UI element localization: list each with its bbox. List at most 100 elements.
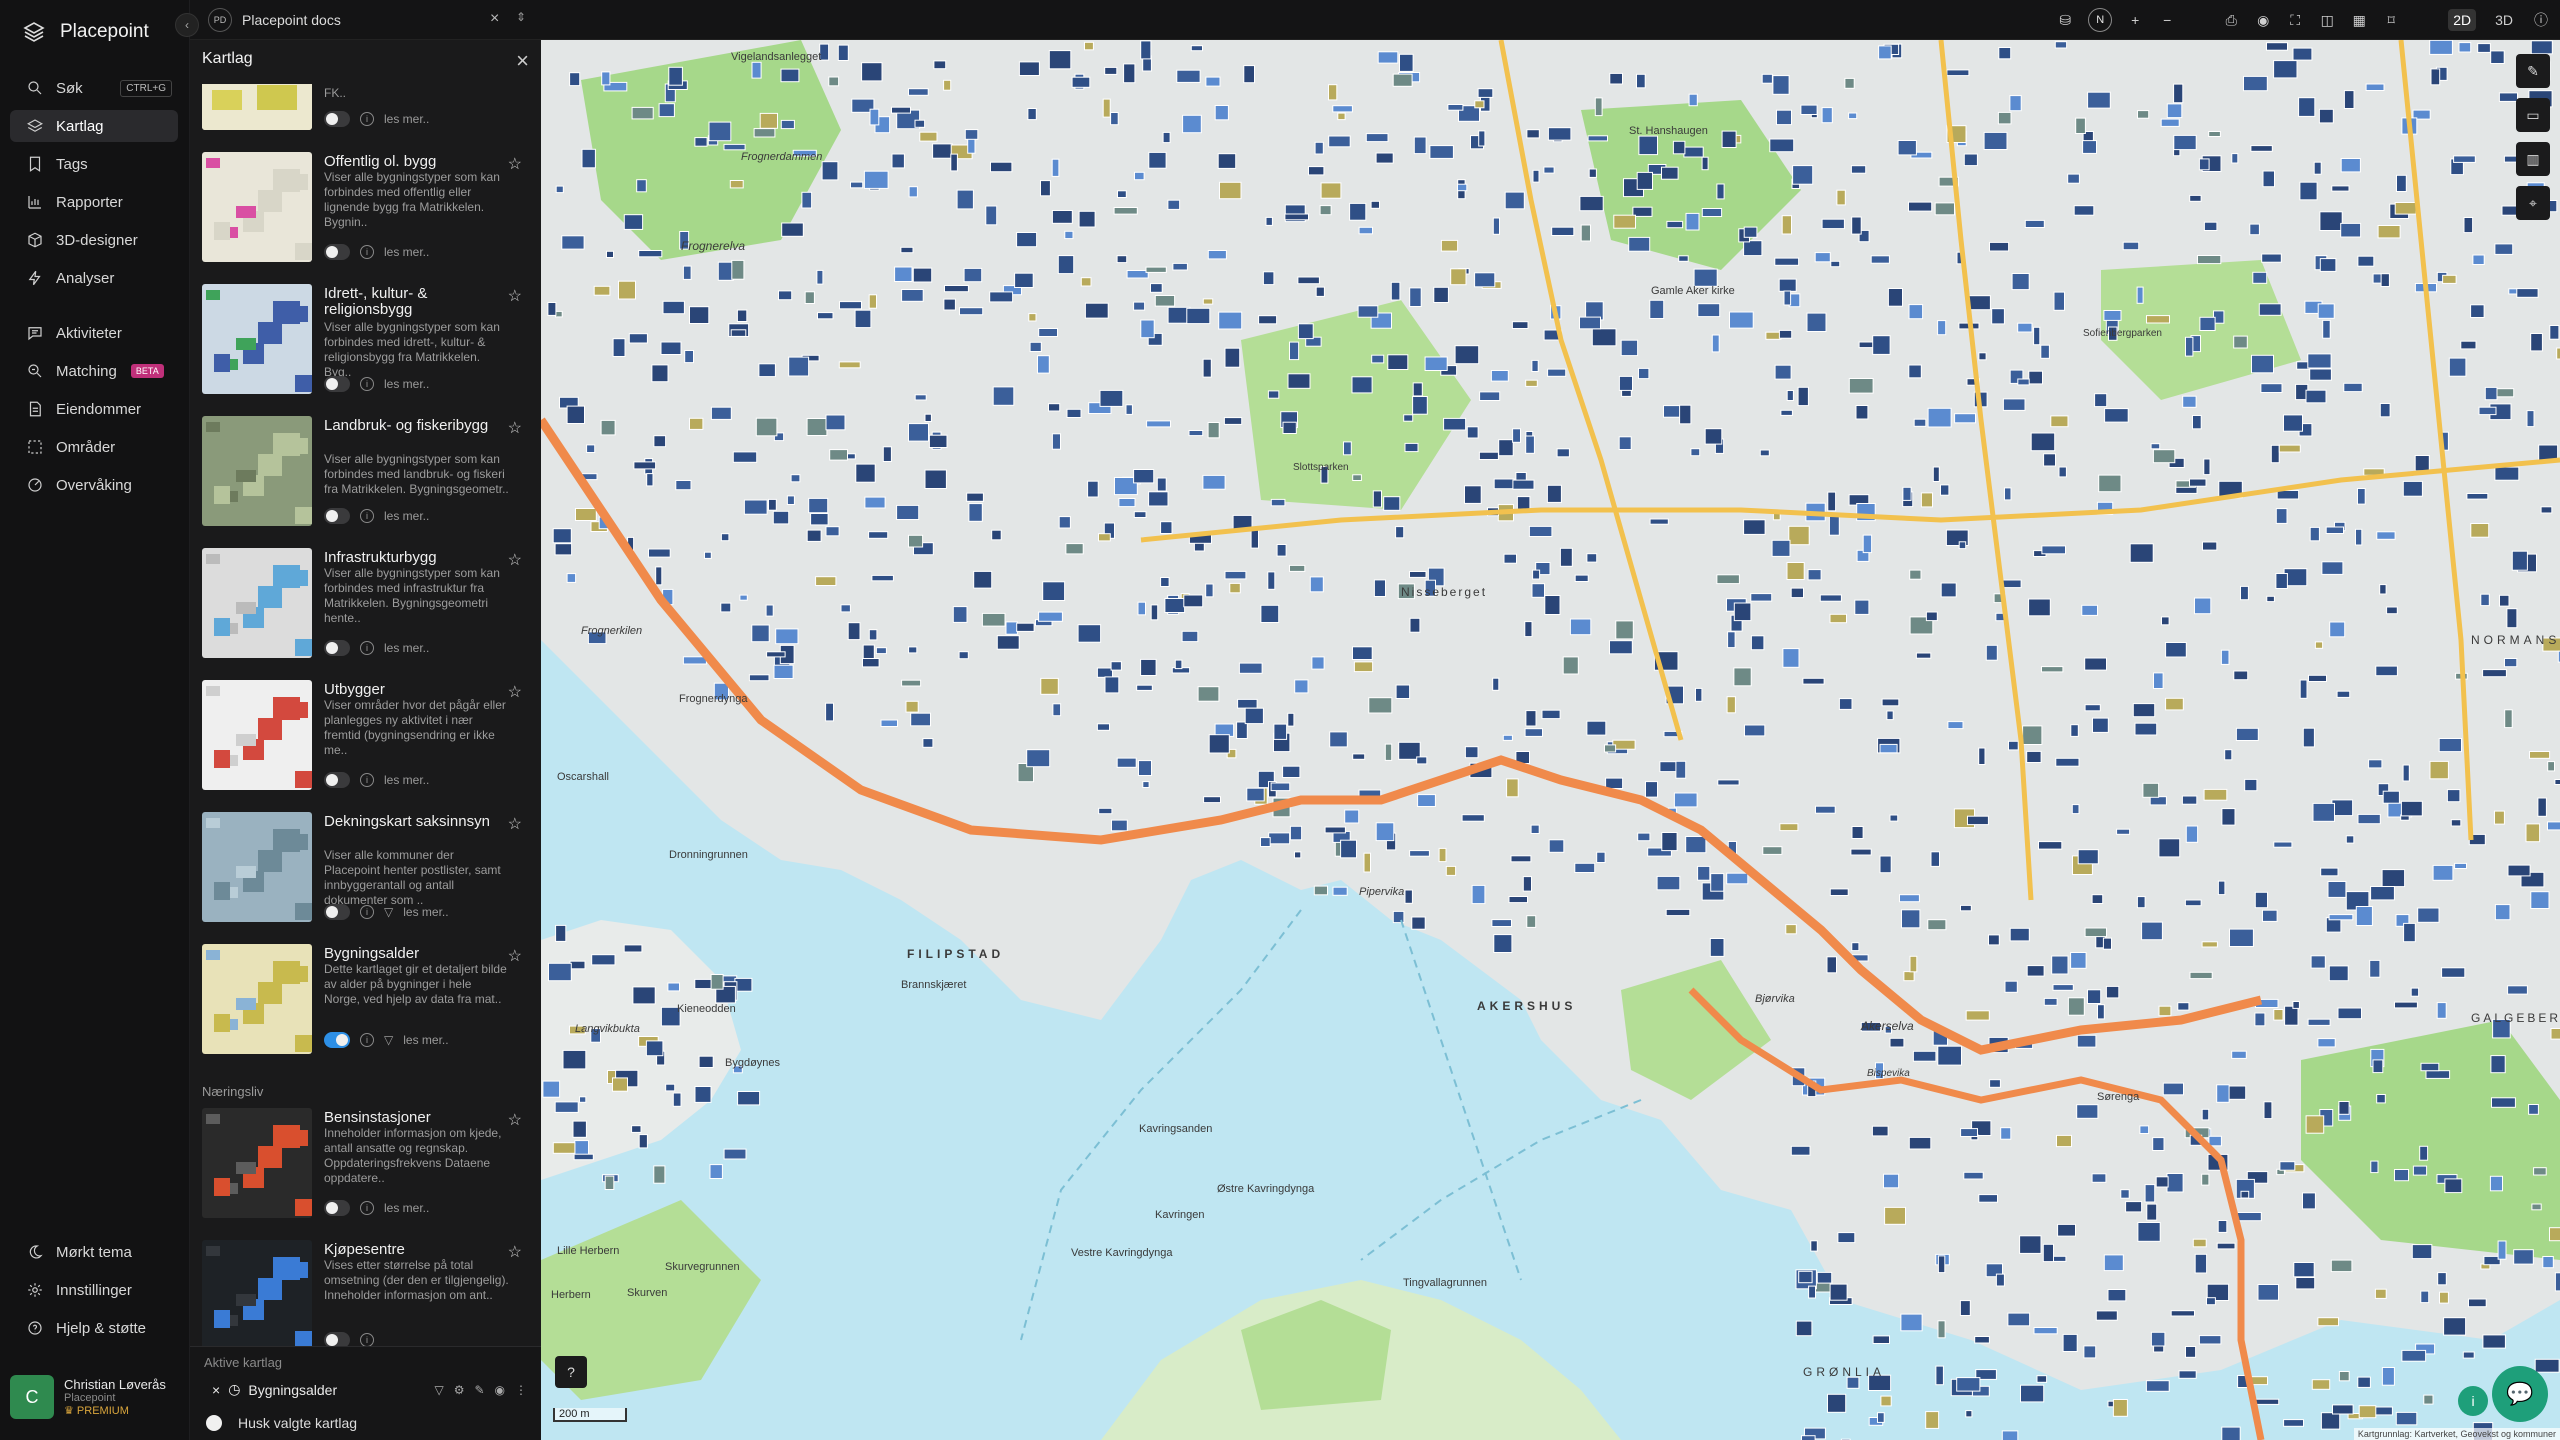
building bbox=[2102, 937, 2113, 950]
nav-settings[interactable]: Innstillinger bbox=[10, 1274, 178, 1306]
read-more-link[interactable]: les mer.. bbox=[384, 1201, 429, 1215]
layer-toggle[interactable] bbox=[324, 640, 350, 656]
map-canvas[interactable]: Vigelandsanlegget Frognerdammen Frognere… bbox=[541, 40, 2560, 1440]
label-frognerelva: Frognerelva bbox=[681, 239, 745, 253]
workspace-tab[interactable]: PD Placepoint docs bbox=[208, 8, 341, 32]
nav-item-analyser[interactable]: Analyser bbox=[10, 262, 178, 294]
building bbox=[2220, 649, 2230, 665]
layer-toggle[interactable] bbox=[324, 772, 350, 788]
read-more-link[interactable]: les mer.. bbox=[403, 1033, 448, 1047]
zoom-in-icon[interactable]: + bbox=[2126, 12, 2144, 28]
remember-layers-toggle[interactable]: Husk valgte kartlag bbox=[206, 1415, 357, 1431]
read-more-link[interactable]: les mer.. bbox=[384, 112, 429, 126]
nav-item-rapporter[interactable]: Rapporter bbox=[10, 186, 178, 218]
nav-dark-theme[interactable]: Mørkt tema bbox=[10, 1236, 178, 1268]
eye-icon[interactable]: ◉ bbox=[495, 1383, 505, 1397]
star-icon[interactable]: ☆ bbox=[508, 814, 522, 834]
nav-help[interactable]: Hjelp & støtte bbox=[10, 1312, 178, 1344]
camera-icon[interactable]: ◫ bbox=[2318, 12, 2336, 29]
read-more-link[interactable]: les mer.. bbox=[384, 641, 429, 655]
brand[interactable]: Placepoint bbox=[22, 20, 149, 44]
read-more-link[interactable]: les mer.. bbox=[384, 245, 429, 259]
measure-tool-button[interactable]: ▭ bbox=[2516, 98, 2550, 132]
chart-tool-button[interactable]: ▥ bbox=[2516, 142, 2550, 176]
remove-layer-icon[interactable]: × bbox=[212, 1382, 220, 1398]
nav-item-tags[interactable]: Tags bbox=[10, 148, 178, 180]
filter-icon[interactable]: ▽ bbox=[384, 1033, 393, 1047]
select-tool-button[interactable]: ⌖ bbox=[2516, 186, 2550, 220]
close-panel-icon[interactable]: × bbox=[516, 48, 529, 74]
info-icon[interactable]: i bbox=[360, 905, 374, 919]
layer-toggle[interactable] bbox=[324, 1200, 350, 1216]
map-svg[interactable]: Vigelandsanlegget Frognerdammen Frognere… bbox=[541, 40, 2560, 1440]
close-icon[interactable]: × bbox=[490, 10, 499, 28]
info-icon[interactable]: i bbox=[360, 377, 374, 391]
nav-item-3d-designer[interactable]: 3D-designer bbox=[10, 224, 178, 256]
layer-title[interactable]: Utbygger bbox=[324, 682, 510, 698]
star-icon[interactable]: ☆ bbox=[508, 418, 522, 438]
layer-title[interactable]: Offentlig ol. bygg bbox=[324, 154, 510, 170]
map-help-button[interactable]: ? bbox=[555, 1356, 587, 1388]
eye-icon[interactable]: ◉ bbox=[2254, 12, 2272, 29]
read-more-link[interactable]: les mer.. bbox=[403, 905, 448, 919]
filter-icon[interactable]: ▽ bbox=[434, 1383, 443, 1397]
collapse-sidebar-button[interactable]: ‹ bbox=[175, 13, 199, 37]
star-icon[interactable]: ☆ bbox=[508, 286, 522, 306]
active-layer-row[interactable]: × ◷ Bygningsalder bbox=[212, 1381, 337, 1398]
layer-title[interactable]: Landbruk- og fiskeribygg bbox=[324, 418, 510, 434]
read-more-link[interactable]: les mer.. bbox=[384, 377, 429, 391]
chat-button[interactable]: 💬 bbox=[2492, 1366, 2548, 1422]
map-info-button[interactable]: i bbox=[2458, 1386, 2488, 1416]
fullscreen-icon[interactable]: ⛶ bbox=[2286, 12, 2304, 29]
mode-2d-button[interactable]: 2D bbox=[2448, 9, 2477, 31]
layer-toggle[interactable] bbox=[324, 904, 350, 920]
layer-title[interactable]: Bensinstasjoner bbox=[324, 1110, 510, 1126]
nav-item-aktiviteter[interactable]: Aktiviteter bbox=[10, 317, 178, 349]
nav-item-kartlag[interactable]: Kartlag bbox=[10, 110, 178, 142]
layer-toggle[interactable] bbox=[324, 508, 350, 524]
filter-icon[interactable]: ▽ bbox=[384, 905, 393, 919]
info-icon[interactable]: i bbox=[360, 509, 374, 523]
layer-title[interactable]: Idrett-, kultur- & religionsbygg bbox=[324, 286, 510, 318]
user-profile[interactable]: C Christian Løverås Placepoint ♛ PREMIUM bbox=[10, 1370, 182, 1424]
layers-stack-icon[interactable]: ⛁ bbox=[2056, 12, 2074, 29]
layer-title[interactable]: Bygningsalder bbox=[324, 946, 510, 962]
mode-3d-button[interactable]: 3D bbox=[2490, 9, 2518, 31]
draw-tool-button[interactable]: ✎ bbox=[2516, 54, 2550, 88]
layer-controls: i les mer.. bbox=[324, 1200, 429, 1216]
info-icon[interactable]: i bbox=[360, 1033, 374, 1047]
layer-description: Inneholder informasjon om kjede, antall … bbox=[324, 1126, 502, 1185]
layer-title[interactable]: Dekningskart saksinnsyn bbox=[324, 814, 510, 830]
nav-item-matching[interactable]: Matching BETA bbox=[10, 355, 178, 387]
layer-toggle[interactable] bbox=[324, 1032, 350, 1048]
more-icon[interactable]: ⋮ bbox=[515, 1383, 527, 1397]
layer-title[interactable]: Kjøpesentre bbox=[324, 1242, 510, 1258]
layer-toggle[interactable] bbox=[324, 244, 350, 260]
layer-toggle[interactable] bbox=[324, 111, 350, 127]
settings-icon[interactable]: ⚙ bbox=[454, 1383, 465, 1397]
layer-list[interactable]: FK.. i les mer.. Næringsliv Offentlig ol.… bbox=[190, 84, 541, 1384]
info-icon[interactable]: i bbox=[360, 1201, 374, 1215]
read-more-link[interactable]: les mer.. bbox=[384, 509, 429, 523]
layer-toggle[interactable] bbox=[324, 376, 350, 392]
nav-search[interactable]: Søk CTRL+G bbox=[10, 72, 178, 104]
nav-item-overvaking[interactable]: Overvåking bbox=[10, 469, 178, 501]
grid-icon[interactable]: ▦ bbox=[2350, 12, 2368, 29]
edit-icon[interactable]: ✎ bbox=[474, 1383, 484, 1397]
building bbox=[2327, 881, 2347, 898]
info-icon[interactable]: i bbox=[360, 245, 374, 259]
info-icon[interactable]: i bbox=[360, 773, 374, 787]
zoom-out-icon[interactable]: − bbox=[2158, 12, 2176, 28]
bookmark-icon[interactable]: ⌑ bbox=[2382, 12, 2400, 29]
info-icon[interactable]: ⓘ bbox=[2532, 10, 2550, 30]
compass-button[interactable]: N bbox=[2088, 8, 2113, 32]
print-icon[interactable]: ⎙ bbox=[2222, 12, 2240, 29]
chevron-updown-icon[interactable]: ⇕ bbox=[516, 10, 526, 24]
layer-title[interactable]: Infrastrukturbygg bbox=[324, 550, 510, 566]
info-icon[interactable]: i bbox=[360, 641, 374, 655]
info-icon[interactable]: i bbox=[360, 1333, 374, 1347]
nav-item-omrader[interactable]: Områder bbox=[10, 431, 178, 463]
read-more-link[interactable]: les mer.. bbox=[384, 773, 429, 787]
info-icon[interactable]: i bbox=[360, 112, 374, 126]
nav-item-eiendommer[interactable]: Eiendommer bbox=[10, 393, 178, 425]
